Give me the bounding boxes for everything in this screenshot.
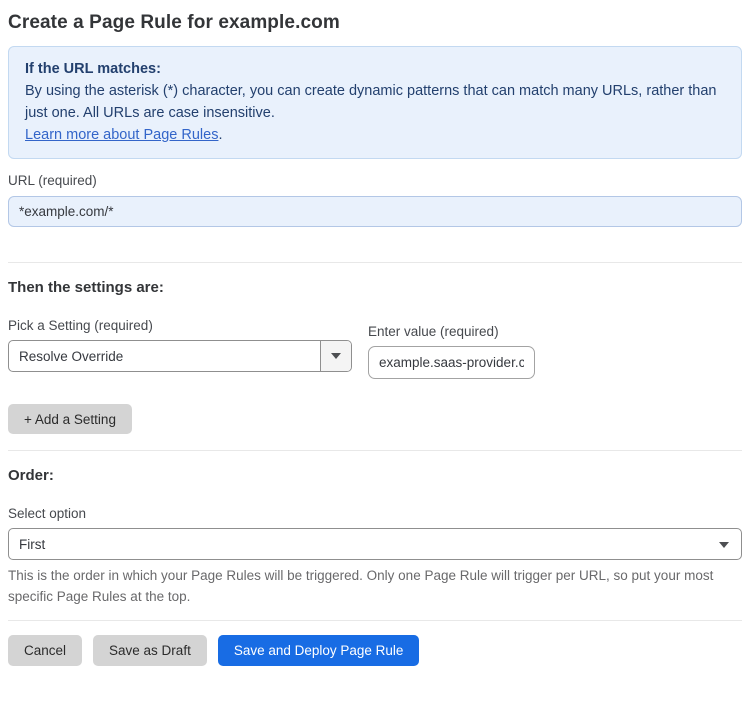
save-as-draft-button[interactable]: Save as Draft (93, 635, 207, 666)
url-field-label: URL (required) (8, 173, 97, 188)
value-field-label: Enter value (required) (368, 324, 499, 339)
order-select[interactable]: First (8, 528, 742, 560)
chevron-down-icon (331, 353, 341, 359)
info-box-heading: If the URL matches: (25, 61, 161, 77)
url-match-info-box: If the URL matches: By using the asteris… (8, 46, 742, 159)
setting-select-label: Pick a Setting (required) (8, 318, 153, 333)
url-input[interactable] (8, 196, 742, 227)
order-select-label: Select option (8, 506, 87, 521)
add-setting-button[interactable]: + Add a Setting (8, 404, 132, 434)
divider (8, 620, 742, 621)
settings-row: Pick a Setting (required) Resolve Overri… (8, 318, 742, 379)
settings-section-heading: Then the settings are: (8, 279, 164, 296)
setting-select-caret-button[interactable] (320, 341, 351, 371)
cancel-button[interactable]: Cancel (8, 635, 83, 666)
setting-value-input[interactable] (368, 346, 535, 379)
order-section-heading: Order: (8, 467, 54, 484)
divider (8, 262, 742, 263)
setting-select[interactable]: Resolve Override (8, 340, 352, 372)
create-page-rule-panel: Create a Page Rule for example.com If th… (0, 12, 750, 679)
setting-value-column: Enter value (required) (368, 324, 535, 379)
info-link-line: Learn more about Page Rules. (25, 124, 725, 146)
action-buttons-row: Cancel Save as Draft Save and Deploy Pag… (8, 635, 742, 666)
page-title: Create a Page Rule for example.com (8, 12, 340, 33)
info-box-body: By using the asterisk (*) character, you… (25, 83, 717, 121)
order-helper-text: This is the order in which your Page Rul… (8, 568, 714, 604)
setting-select-value: Resolve Override (19, 348, 124, 364)
save-and-deploy-button[interactable]: Save and Deploy Page Rule (217, 635, 420, 666)
divider (8, 450, 742, 451)
setting-select-column: Pick a Setting (required) Resolve Overri… (8, 318, 352, 372)
order-select-value: First (19, 536, 46, 552)
link-suffix: . (218, 127, 223, 143)
learn-more-link[interactable]: Learn more about Page Rules (25, 127, 218, 143)
chevron-down-icon (719, 542, 729, 548)
